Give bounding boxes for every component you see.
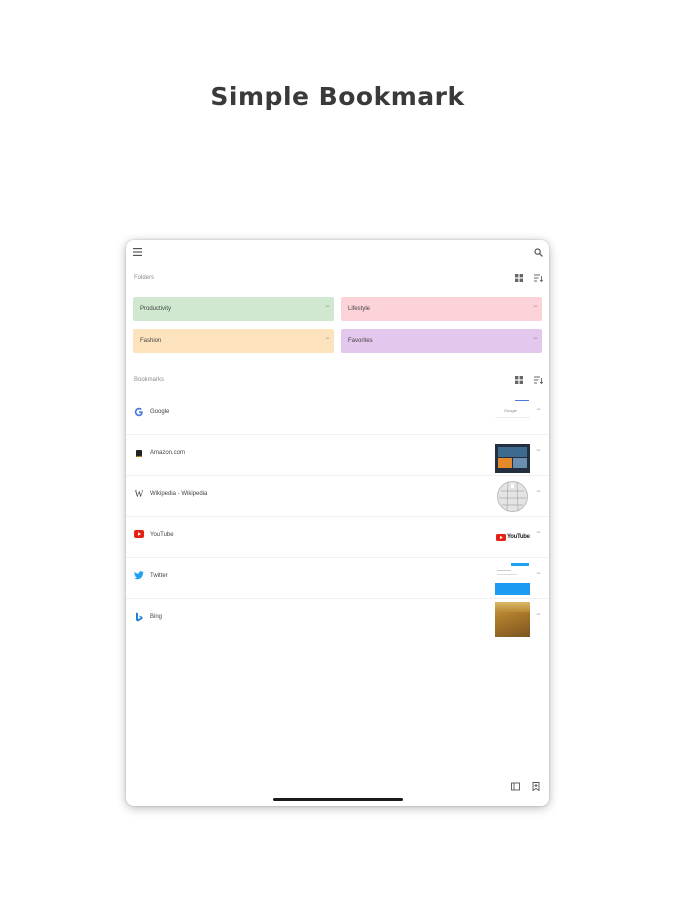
- more-icon[interactable]: ···: [536, 611, 541, 618]
- thumbnail-text: Google: [504, 408, 517, 413]
- more-icon[interactable]: ···: [325, 335, 330, 342]
- bookmark-thumbnail: YouTube: [495, 520, 530, 555]
- sort-icon[interactable]: [534, 274, 544, 284]
- amazon-icon: [134, 448, 144, 458]
- import-icon[interactable]: [511, 782, 520, 793]
- bookmark-title: Google: [150, 409, 170, 415]
- more-icon[interactable]: ···: [536, 488, 541, 495]
- more-icon[interactable]: ···: [536, 529, 541, 536]
- bookmark-row-amazon[interactable]: Amazon.com ···: [126, 434, 549, 476]
- folder-card-favorites[interactable]: Favorites ···: [341, 329, 542, 353]
- bookmark-title: YouTube: [150, 532, 174, 538]
- bookmark-row-twitter[interactable]: Twitter ···: [126, 557, 549, 599]
- twitter-icon: [134, 571, 144, 581]
- youtube-icon: [134, 530, 144, 540]
- app-headline: Simple Bookmark: [210, 82, 465, 111]
- folder-name: Lifestyle: [348, 306, 371, 312]
- home-indicator: [273, 798, 403, 801]
- bookmark-row-wikipedia[interactable]: W Wikipedia - Wikipedia ···: [126, 475, 549, 517]
- bookmark-row-youtube[interactable]: YouTube YouTube ···: [126, 516, 549, 558]
- folder-card-productivity[interactable]: Productivity ···: [133, 297, 334, 321]
- bookmark-thumbnail: [495, 479, 530, 514]
- more-icon[interactable]: ···: [533, 303, 538, 310]
- wikipedia-icon: W: [134, 489, 144, 499]
- bookmark-title: Amazon.com: [150, 450, 186, 456]
- bookmark-title: Wikipedia - Wikipedia: [150, 491, 208, 497]
- bookmark-thumbnail: [495, 602, 530, 637]
- tablet-screen: Folders Productivity ··· Lifestyle ··· F…: [126, 240, 549, 806]
- bookmark-title: Twitter: [150, 573, 168, 579]
- bing-icon: [134, 612, 144, 622]
- more-icon[interactable]: ···: [536, 406, 541, 413]
- more-icon[interactable]: ···: [536, 570, 541, 577]
- folder-name: Fashion: [140, 338, 162, 344]
- bookmark-row-bing[interactable]: Bing ···: [126, 598, 549, 639]
- sort-icon[interactable]: [534, 376, 544, 386]
- folder-name: Productivity: [140, 306, 172, 312]
- bookmark-thumbnail: Google: [495, 397, 530, 432]
- folder-name: Favorites: [348, 338, 373, 344]
- bookmarks-label: Bookmarks: [134, 377, 165, 383]
- more-icon[interactable]: ···: [533, 335, 538, 342]
- bookmark-add-icon[interactable]: [532, 782, 540, 793]
- menu-icon[interactable]: [133, 248, 142, 259]
- more-icon[interactable]: ···: [536, 447, 541, 454]
- bookmark-title: Bing: [150, 614, 163, 620]
- grid-view-icon[interactable]: [515, 274, 523, 284]
- folders-label: Folders: [134, 275, 155, 281]
- thumbnail-text: YouTube: [507, 534, 530, 540]
- bookmark-thumbnail: [495, 561, 530, 596]
- folder-card-lifestyle[interactable]: Lifestyle ···: [341, 297, 542, 321]
- bookmark-thumbnail: [495, 438, 530, 473]
- grid-view-icon[interactable]: [515, 376, 523, 386]
- bookmark-row-google[interactable]: Google Google ···: [126, 393, 549, 435]
- more-icon[interactable]: ···: [325, 303, 330, 310]
- folder-card-fashion[interactable]: Fashion ···: [133, 329, 334, 353]
- search-icon[interactable]: [534, 248, 543, 260]
- google-icon: [134, 407, 144, 417]
